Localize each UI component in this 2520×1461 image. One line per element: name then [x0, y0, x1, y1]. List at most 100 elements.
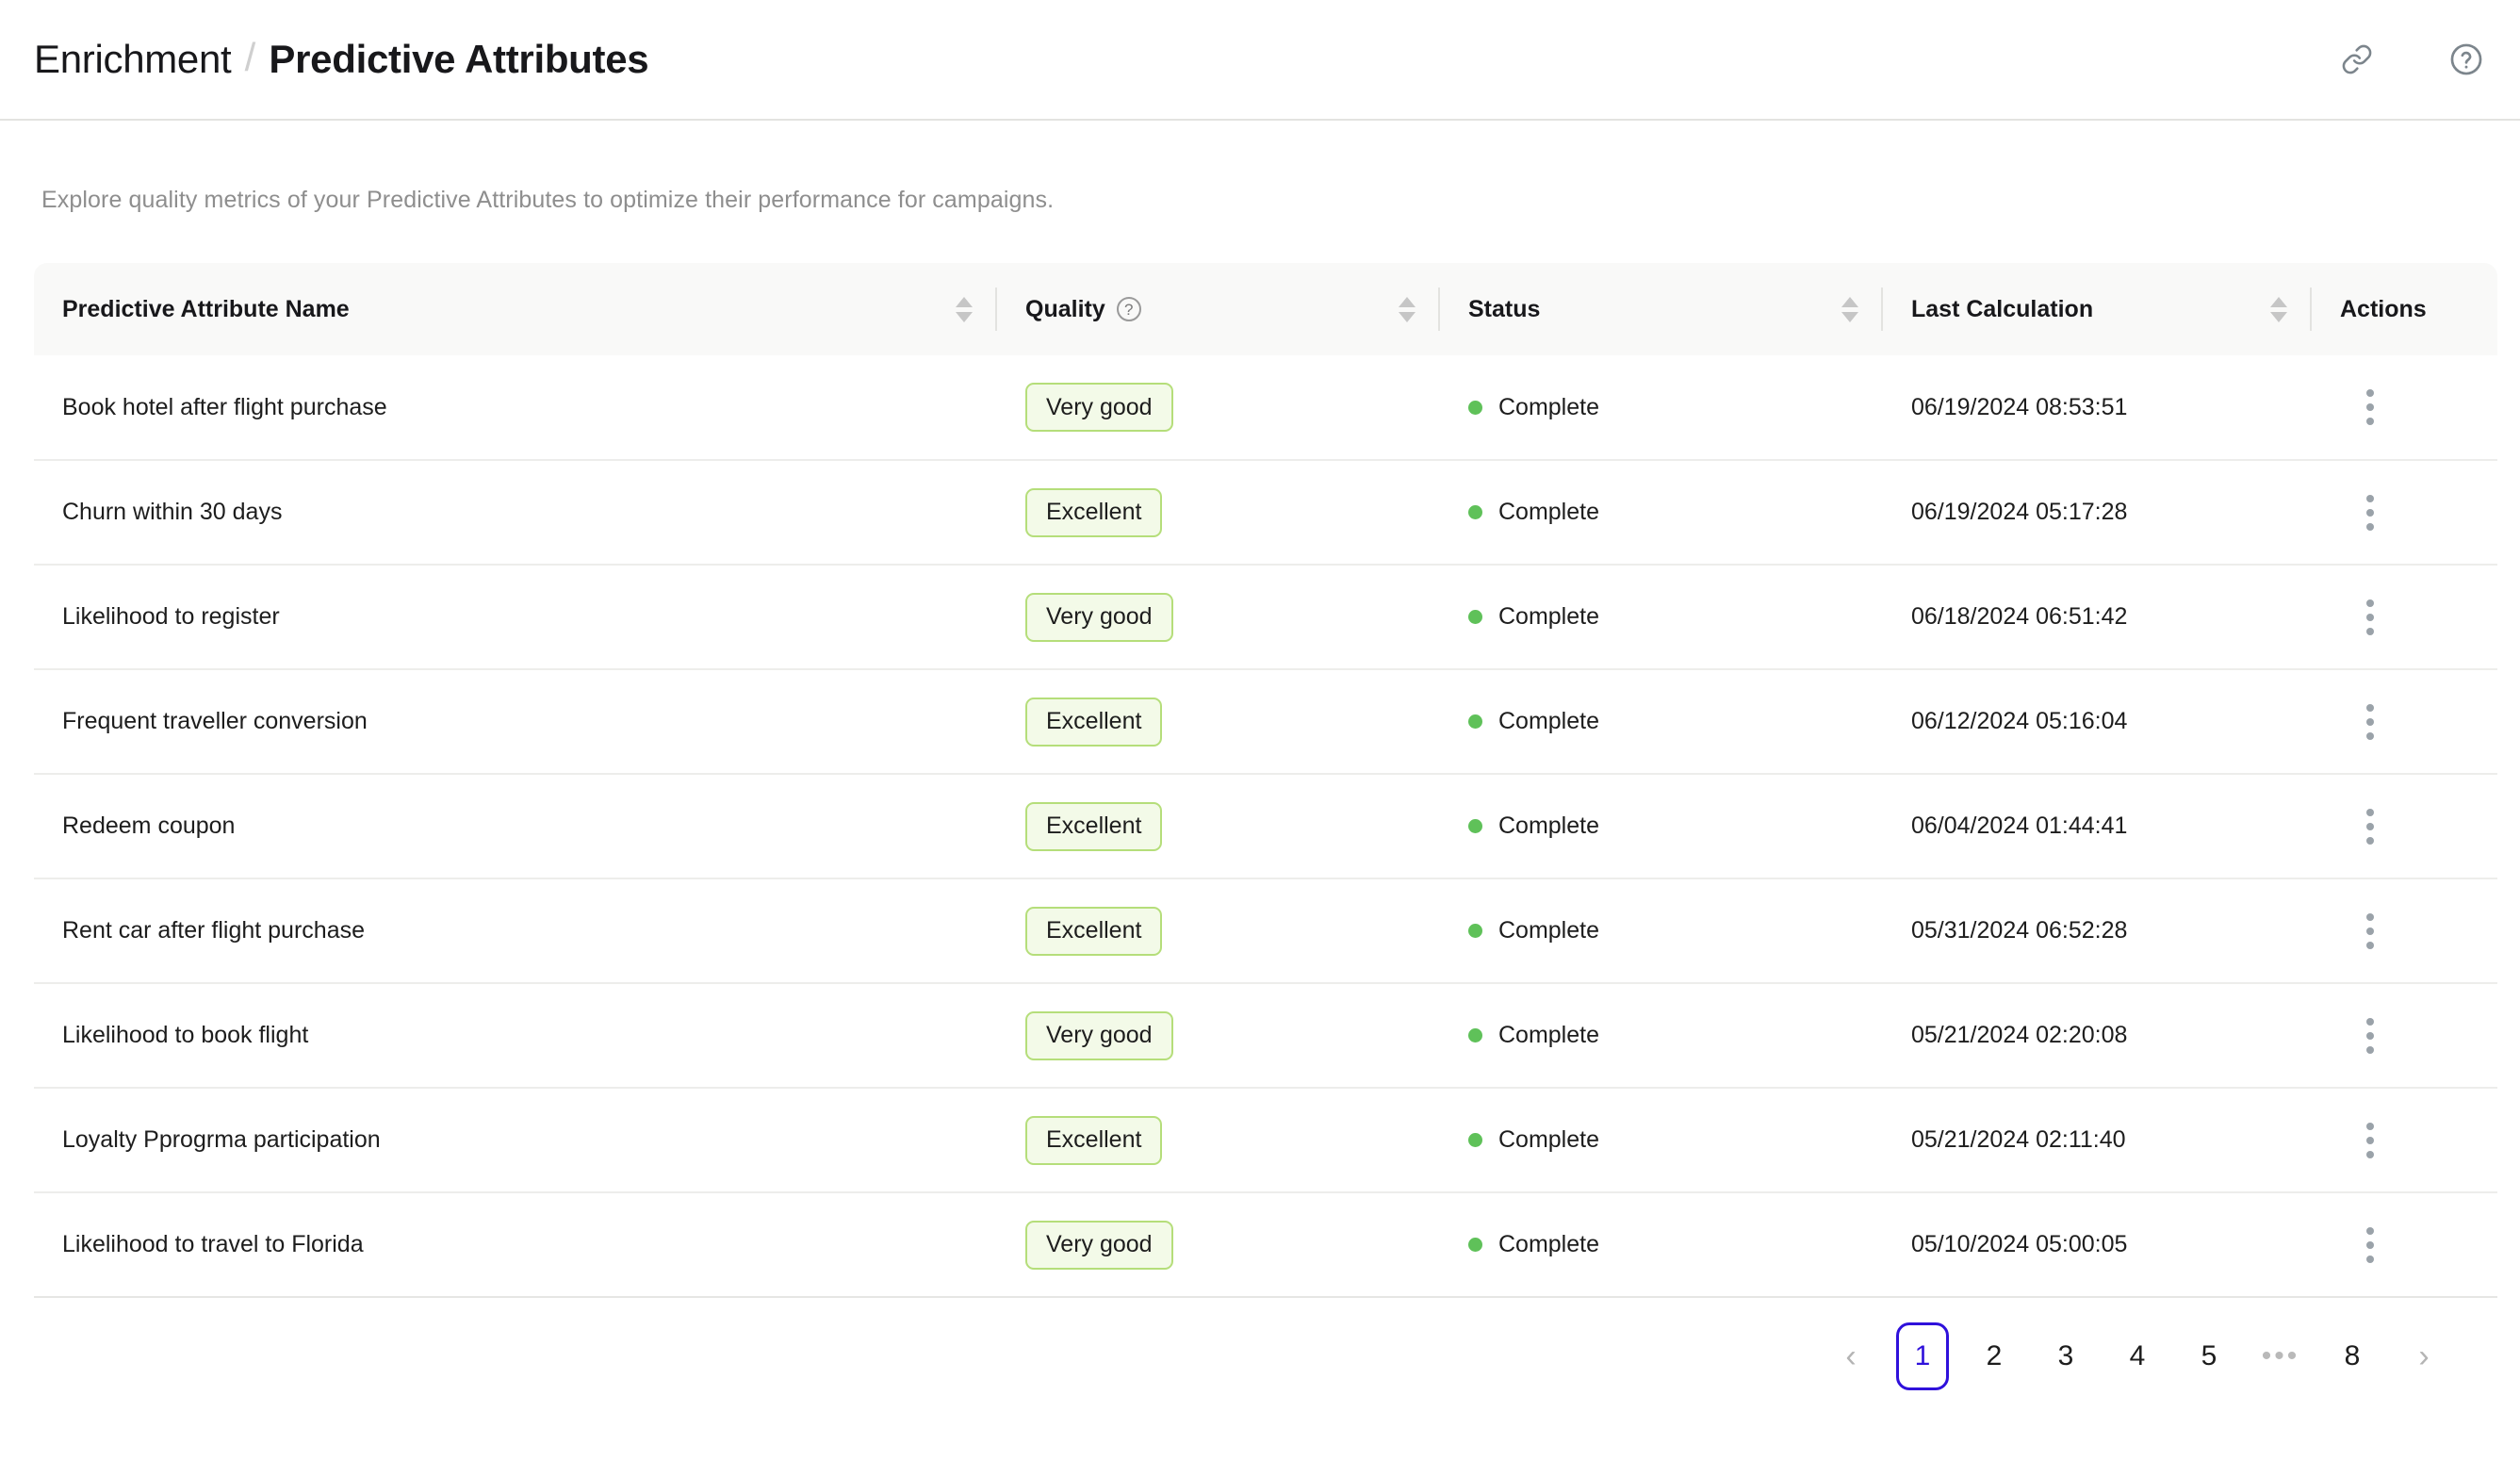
column-header-actions-label: Actions [2340, 295, 2427, 322]
status-dot-icon [1468, 1028, 1482, 1042]
pagination-prev[interactable]: ‹ [1815, 1325, 1887, 1387]
quality-badge: Excellent [1025, 487, 1163, 537]
table-row[interactable]: Likelihood to travel to Florida Very good… [34, 1192, 2497, 1298]
table-row[interactable]: Book hotel after flight purchase Very goo… [34, 355, 2497, 461]
status-text: Complete [1498, 917, 1599, 944]
sort-toggle-name[interactable] [948, 287, 980, 331]
table-row[interactable]: Likelihood to register Very good Complete 0… [34, 565, 2497, 670]
last-calculation-text: 06/19/2024 05:17:28 [1911, 499, 2128, 525]
cell-last-calculation: 06/12/2024 05:16:04 [1883, 669, 2312, 775]
column-name-tools [948, 263, 997, 355]
pagination: ‹ 1 2 3 4 5 ••• 8 › [34, 1322, 2486, 1390]
status-text: Complete [1498, 1022, 1599, 1048]
table-row[interactable]: Churn within 30 days Excellent Complete 06/… [34, 460, 2497, 566]
pagination-page-2[interactable]: 2 [1958, 1325, 2030, 1387]
cell-status: Complete [1440, 669, 1883, 775]
status-dot-icon [1468, 505, 1482, 519]
cell-attribute-name: Likelihood to register [34, 565, 997, 670]
status-dot-icon [1468, 924, 1482, 938]
row-actions-kebab-icon[interactable] [2346, 383, 2395, 432]
cell-quality: Excellent [997, 1088, 1440, 1193]
cell-status: Complete [1440, 878, 1883, 984]
page-body: Explore quality metrics of your Predicti… [0, 187, 2520, 1390]
column-header-actions: Actions [2312, 263, 2497, 355]
sort-toggle-status[interactable] [1834, 287, 1866, 331]
table-row[interactable]: Loyalty Pprogrma participation Excellent C… [34, 1088, 2497, 1193]
quality-help-icon[interactable]: ? [1116, 297, 1141, 321]
cell-actions [2312, 1192, 2497, 1298]
cell-last-calculation: 06/04/2024 01:44:41 [1883, 774, 2312, 879]
app-header: Enrichment / Predictive Attributes [0, 0, 2520, 121]
pagination-page-1[interactable]: 1 [1896, 1322, 1949, 1390]
cell-last-calculation: 05/21/2024 02:11:40 [1883, 1088, 2312, 1193]
pagination-next[interactable]: › [2388, 1325, 2460, 1387]
attribute-name-text: Redeem coupon [62, 813, 236, 839]
status-text: Complete [1498, 1231, 1599, 1257]
last-calculation-text: 06/18/2024 06:51:42 [1911, 603, 2128, 630]
cell-status: Complete [1440, 774, 1883, 879]
predictive-attributes-table: Predictive Attribute Name Quality ? Stat… [34, 263, 2497, 1298]
row-actions-kebab-icon[interactable] [2346, 488, 2395, 537]
cell-attribute-name: Loyalty Pprogrma participation [34, 1088, 997, 1193]
column-header-status[interactable]: Status [1440, 263, 1883, 355]
row-actions-kebab-icon[interactable] [2346, 1116, 2395, 1165]
pagination-page-3[interactable]: 3 [2030, 1325, 2102, 1387]
sort-toggle-last-calculation[interactable] [2263, 287, 2295, 331]
help-circle-icon[interactable] [2445, 38, 2488, 81]
column-header-last-calculation[interactable]: Last Calculation [1883, 263, 2312, 355]
attribute-name-text: Book hotel after flight purchase [62, 393, 387, 420]
cell-quality: Excellent [997, 460, 1440, 566]
pagination-page-5[interactable]: 5 [2173, 1325, 2245, 1387]
cell-status: Complete [1440, 1192, 1883, 1298]
cell-actions [2312, 983, 2497, 1089]
status-text: Complete [1498, 1126, 1599, 1153]
last-calculation-text: 05/10/2024 05:00:05 [1911, 1231, 2128, 1257]
last-calculation-text: 06/12/2024 05:16:04 [1911, 708, 2128, 734]
chevron-up-icon [1841, 296, 1858, 307]
attribute-name-text: Rent car after flight purchase [62, 917, 365, 944]
cell-actions [2312, 774, 2497, 879]
table-row[interactable]: Frequent traveller conversion Excellent Co… [34, 669, 2497, 775]
attribute-name-text: Frequent traveller conversion [62, 708, 368, 734]
quality-badge: Excellent [1025, 697, 1163, 747]
row-actions-kebab-icon[interactable] [2346, 1221, 2395, 1270]
cell-status: Complete [1440, 1088, 1883, 1193]
table-row[interactable]: Redeem coupon Excellent Complete 06/04/2024… [34, 774, 2497, 879]
attribute-name-text: Churn within 30 days [62, 499, 283, 525]
table-row[interactable]: Rent car after flight purchase Excellent C… [34, 878, 2497, 984]
status-dot-icon [1468, 714, 1482, 729]
column-header-name[interactable]: Predictive Attribute Name [34, 263, 997, 355]
cell-actions [2312, 460, 2497, 566]
cell-quality: Very good [997, 565, 1440, 670]
cell-status: Complete [1440, 983, 1883, 1089]
row-actions-kebab-icon[interactable] [2346, 802, 2395, 851]
status-dot-icon [1468, 819, 1482, 833]
quality-badge: Excellent [1025, 801, 1163, 851]
quality-badge: Excellent [1025, 1115, 1163, 1165]
page-subtitle: Explore quality metrics of your Predicti… [41, 187, 1055, 213]
sort-toggle-quality[interactable] [1391, 287, 1423, 331]
row-actions-kebab-icon[interactable] [2346, 907, 2395, 956]
row-actions-kebab-icon[interactable] [2346, 698, 2395, 747]
column-header-quality[interactable]: Quality ? [997, 263, 1440, 355]
row-actions-kebab-icon[interactable] [2346, 593, 2395, 642]
last-calculation-text: 05/21/2024 02:11:40 [1911, 1126, 2126, 1153]
column-last-calculation-tools [2263, 263, 2312, 355]
table-row[interactable]: Likelihood to book flight Very good Comple… [34, 983, 2497, 1089]
breadcrumb-separator: / [244, 35, 256, 79]
cell-actions [2312, 355, 2497, 461]
last-calculation-text: 06/19/2024 08:53:51 [1911, 393, 2128, 420]
attribute-name-text: Likelihood to register [62, 603, 280, 630]
link-icon[interactable] [2335, 38, 2379, 81]
column-header-quality-label: Quality [1025, 295, 1105, 322]
cell-last-calculation: 06/18/2024 06:51:42 [1883, 565, 2312, 670]
pagination-page-last[interactable]: 8 [2316, 1325, 2388, 1387]
breadcrumb-item-enrichment[interactable]: Enrichment [34, 40, 232, 79]
cell-quality: Very good [997, 1192, 1440, 1298]
pagination-page-4[interactable]: 4 [2102, 1325, 2173, 1387]
chevron-up-icon [956, 296, 973, 307]
attribute-name-text: Loyalty Pprogrma participation [62, 1126, 381, 1153]
cell-quality: Very good [997, 355, 1440, 461]
cell-last-calculation: 05/10/2024 05:00:05 [1883, 1192, 2312, 1298]
row-actions-kebab-icon[interactable] [2346, 1011, 2395, 1060]
